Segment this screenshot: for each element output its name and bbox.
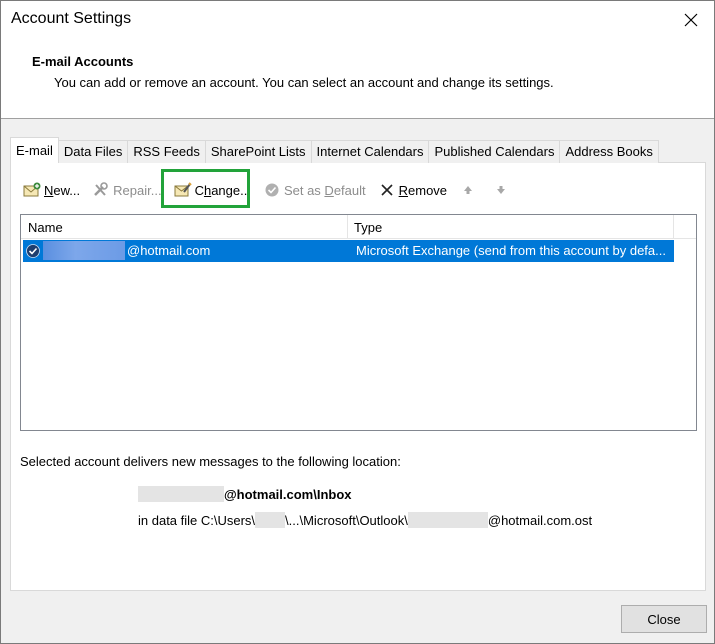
tab-internet-calendars[interactable]: Internet Calendars: [310, 140, 430, 163]
repair-tools-icon: [92, 181, 110, 199]
remove-mnemonic: R: [398, 182, 409, 198]
close-button[interactable]: Close: [621, 605, 707, 633]
dialog-header: E-mail Accounts You can add or remove an…: [1, 41, 714, 119]
close-window-icon[interactable]: [678, 7, 704, 33]
redacted-user-folder: [255, 512, 286, 528]
default-account-check-icon: [26, 244, 40, 258]
list-header: Name Type: [21, 215, 696, 239]
tab-strip: E-mail Data Files RSS Feeds SharePoint L…: [10, 137, 659, 163]
tab-published-calendars[interactable]: Published Calendars: [428, 140, 561, 163]
account-settings-dialog: Account Settings E-mail Accounts You can…: [0, 0, 715, 644]
change-button-highlight: [161, 169, 250, 208]
accounts-list[interactable]: Name Type @hotmail.com Microsoft Exchang…: [20, 214, 697, 431]
data-file-middle: \...\Microsoft\Outlook\: [285, 512, 408, 528]
window-title: Account Settings: [11, 10, 132, 27]
move-down-button[interactable]: [489, 179, 516, 201]
repair-button[interactable]: Repair...: [89, 179, 164, 201]
account-name: @hotmail.com: [127, 243, 211, 258]
tab-data-files[interactable]: Data Files: [57, 140, 129, 163]
remove-label-end: move: [415, 182, 448, 198]
account-type: Microsoft Exchange (send from this accou…: [356, 243, 666, 258]
redacted-username: [43, 241, 125, 260]
move-up-button[interactable]: [456, 179, 483, 201]
arrow-up-icon: [459, 181, 477, 199]
new-mnemonic: N: [44, 182, 54, 198]
set-default-label-start: Set as: [283, 182, 325, 198]
tab-rss-feeds[interactable]: RSS Feeds: [127, 140, 206, 163]
delivery-folder-text: @hotmail.com\Inbox: [224, 486, 352, 502]
account-toolbar: New... Repair... Change... Set as Defaul…: [20, 179, 522, 201]
tab-sharepoint-lists[interactable]: SharePoint Lists: [204, 140, 312, 163]
tab-email[interactable]: E-mail: [10, 137, 59, 163]
section-title: E-mail Accounts: [32, 54, 134, 69]
column-header-type[interactable]: Type: [349, 215, 674, 238]
tab-address-books[interactable]: Address Books: [559, 140, 659, 163]
column-header-name[interactable]: Name: [21, 215, 348, 238]
set-as-default-button[interactable]: Set as Default: [260, 179, 369, 201]
arrow-down-icon: [492, 181, 510, 199]
table-row[interactable]: @hotmail.com Microsoft Exchange (send fr…: [23, 240, 674, 262]
data-file-prefix: in data file C:\Users\: [138, 512, 256, 528]
new-label: ew...: [53, 182, 81, 198]
data-file-path: in data file C:\Users\ \...\Microsoft\Ou…: [138, 512, 592, 528]
redacted-username: [138, 486, 224, 502]
delivery-folder: @hotmail.com\Inbox: [138, 486, 352, 502]
default-check-icon: [263, 181, 281, 199]
section-description: You can add or remove an account. You ca…: [54, 75, 554, 90]
close-button-label: Close: [647, 611, 681, 627]
repair-label: Repair...: [113, 182, 162, 198]
set-default-mnemonic: D: [324, 182, 334, 198]
data-file-suffix: @hotmail.com.ost: [487, 512, 593, 528]
remove-account-button[interactable]: Remove: [375, 179, 450, 201]
delivery-label: Selected account delivers new messages t…: [20, 454, 401, 469]
remove-x-icon: [378, 181, 396, 199]
set-default-label-end: efault: [333, 182, 366, 198]
new-account-icon: [23, 181, 41, 199]
new-account-button[interactable]: New...: [20, 179, 83, 201]
title-bar: Account Settings: [1, 1, 714, 41]
redacted-username: [407, 512, 488, 528]
